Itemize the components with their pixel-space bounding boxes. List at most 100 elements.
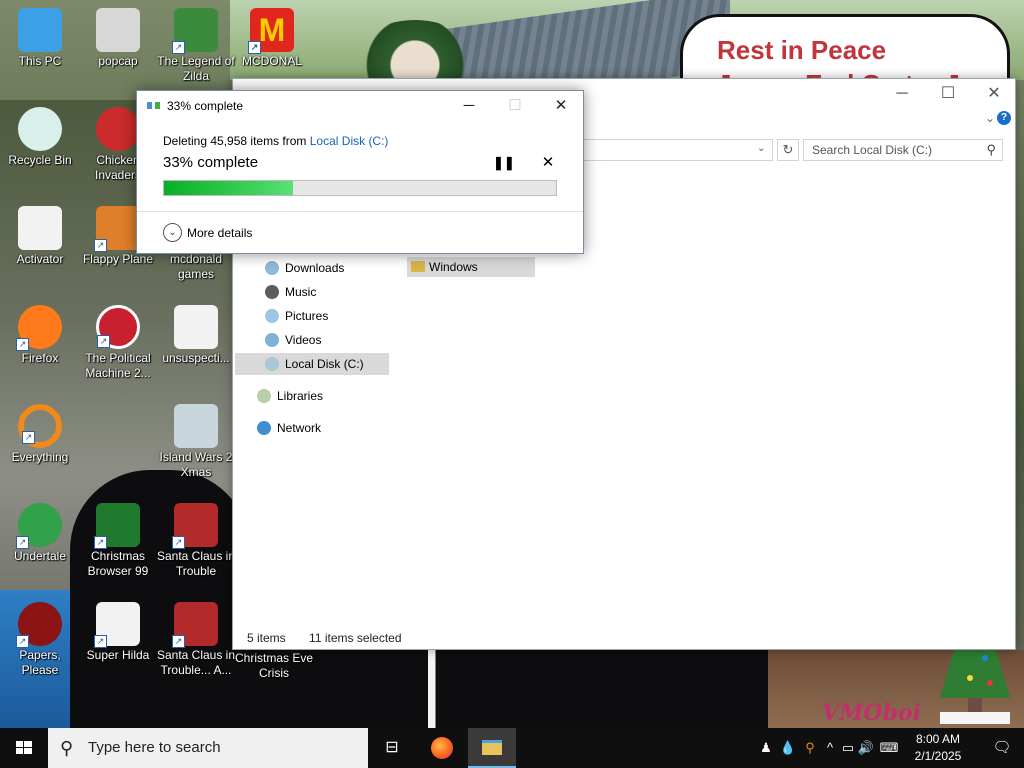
folder-icon (411, 261, 425, 272)
operation-prefix: Deleting 45,958 items from (163, 134, 310, 148)
task-view-icon[interactable]: ⊟ (368, 728, 416, 768)
desktop-icon-activator[interactable]: Activator (0, 206, 80, 267)
nav-label: Libraries (277, 389, 324, 403)
desktop-icon-firefox[interactable]: ↗ Firefox (0, 305, 80, 366)
network-icon[interactable]: ▭ (838, 728, 858, 768)
desktop-icon-label: popcap (98, 54, 138, 68)
pause-button[interactable]: ❚❚ (493, 154, 515, 172)
everything-tray-icon[interactable]: ⚲ (800, 728, 820, 768)
taskbar-search-box[interactable]: ⚲ Type here to search (48, 728, 368, 768)
nav-item-videos[interactable]: Videos (261, 329, 321, 351)
more-details-label: More details (187, 226, 253, 240)
network-icon (257, 421, 271, 435)
minimize-button[interactable]: ─ (879, 83, 925, 105)
notifications-icon[interactable]: 🗨 (980, 728, 1024, 768)
close-button[interactable]: ✕ (541, 95, 581, 117)
mcdonalds-icon: M ↗ (248, 8, 294, 54)
desktop-icon-label: MCDONAL (241, 54, 302, 68)
taskbar: ⚲ Type here to search ⊟ ♟ 💧 ⚲ ^ ▭ 🔊 ⌨ 8:… (0, 728, 1024, 768)
island-icon (174, 404, 218, 448)
desktop-icon-christmas-eve-crisis[interactable]: Christmas Eve Crisis (234, 651, 314, 681)
nav-label: Downloads (285, 261, 345, 275)
nav-item-downloads[interactable]: Downloads (261, 257, 344, 279)
magnifier-icon: ↗ (18, 404, 62, 448)
recycle-bin-icon (18, 107, 62, 151)
desktop-icon-label: unsuspecti... (162, 351, 230, 365)
firefox-icon: ↗ (16, 305, 62, 351)
desktop-icon-label: Santa Claus in Trouble (156, 549, 236, 578)
nav-item-local-disk[interactable]: Local Disk (C:) (235, 353, 389, 375)
undertale-icon: ↗ (16, 503, 62, 549)
chevron-down-icon[interactable]: ⌄ (985, 111, 995, 125)
status-bar: 5 items 11 items selected (247, 631, 422, 645)
desktop-icon-label: Activator (16, 252, 64, 266)
computer-icon (18, 8, 62, 52)
desktop-icon-everything[interactable]: ↗ Everything (0, 404, 80, 465)
desktop-icon-popcap[interactable]: popcap (78, 8, 158, 69)
desktop-icon-christmas-browser[interactable]: ↗ Christmas Browser 99 (78, 503, 158, 579)
search-input[interactable]: Search Local Disk (C:) ⚲ (803, 139, 1003, 161)
minimize-button[interactable]: ─ (449, 95, 489, 117)
nav-item-libraries[interactable]: Libraries (253, 385, 323, 407)
libraries-icon (257, 389, 271, 403)
people-icon[interactable]: ♟ (756, 728, 776, 768)
desktop-icon-label: Undertale (13, 549, 67, 563)
keyboard-icon[interactable]: ⌨ (876, 728, 902, 768)
desktop-icon-santa-claus[interactable]: ↗ Santa Claus in Trouble (156, 503, 236, 579)
address-dropdown-icon[interactable]: ⌄ (757, 143, 765, 154)
downloads-icon (265, 261, 279, 275)
chevron-up-icon[interactable]: ^ (822, 728, 838, 768)
dialog-title: 33% complete (167, 99, 244, 113)
folder-item-windows[interactable]: Windows (407, 257, 535, 277)
windows-start-icon[interactable] (0, 728, 48, 768)
refresh-button[interactable]: ↻ (777, 139, 799, 161)
plane-icon: ↗ (94, 206, 140, 252)
dialog-title-bar: 33% complete ─ ☐ ✕ (137, 91, 583, 121)
desktop-icon-papers-please[interactable]: ↗ Papers, Please (0, 602, 80, 678)
help-icon[interactable]: ? (997, 111, 1011, 125)
cancel-button[interactable]: ✕ (539, 154, 557, 172)
nav-item-music[interactable]: Music (261, 281, 316, 303)
desktop-icon-unsuspecti[interactable]: unsuspecti... (156, 305, 236, 366)
desktop-icon-label: mcdonald games (169, 252, 223, 281)
wallpaper-sign: Rest in Peace James Earl Carter Jr. (680, 14, 1010, 84)
progress-bar-fill (164, 181, 294, 195)
desktop-icon-recycle-bin[interactable]: Recycle Bin (0, 107, 80, 168)
file-icon (18, 206, 62, 250)
desktop-icon-political-machine[interactable]: ↗ The Political Machine 2... (78, 305, 158, 381)
clock-time: 8:00 AM (915, 732, 961, 746)
desktop-icon-legend-of-zilda[interactable]: ↗ The Legend of Zilda (156, 8, 236, 84)
more-details-button[interactable]: ⌄ More details (163, 223, 252, 243)
nav-label: Videos (285, 333, 322, 347)
search-icon: ⚲ (986, 142, 996, 157)
desktop-icon-label: Firefox (21, 351, 59, 365)
file-explorer-taskbar-icon[interactable] (468, 728, 516, 768)
status-selected-count: 11 items selected (309, 631, 402, 645)
game-icon: ↗ (172, 8, 218, 54)
close-button[interactable]: ✕ (971, 83, 1017, 105)
desktop-icon-undertale[interactable]: ↗ Undertale (0, 503, 80, 564)
nav-item-pictures[interactable]: Pictures (261, 305, 328, 327)
desktop-icon-label: Santa Claus in Trouble... A... (156, 648, 236, 677)
political-icon: ↗ (96, 305, 140, 349)
volume-icon[interactable]: 🔊 (856, 728, 876, 768)
desktop-icon-label: Christmas Eve Crisis (234, 651, 314, 680)
desktop-icon-super-hilda[interactable]: ↗ Super Hilda (78, 602, 158, 663)
nav-item-network[interactable]: Network (253, 417, 321, 439)
maximize-button[interactable]: ☐ (925, 83, 971, 105)
desktop-icon-santa-claus-2[interactable]: ↗ Santa Claus in Trouble... A... (156, 602, 236, 678)
desktop-icon-mcdonal[interactable]: M ↗ MCDONAL (232, 8, 312, 69)
nav-label: Network (277, 421, 322, 435)
desktop-icon-label: The Political Machine 2... (85, 351, 151, 380)
hilda-icon: ↗ (94, 602, 140, 648)
water-drop-icon[interactable]: 💧 (778, 728, 798, 768)
taskbar-clock[interactable]: 8:00 AM 2/1/2025 (900, 731, 976, 765)
firefox-taskbar-icon[interactable] (418, 728, 466, 768)
divider (137, 211, 583, 212)
search-placeholder: Search Local Disk (C:) (812, 143, 933, 157)
nav-label: Local Disk (C:) (285, 357, 364, 371)
source-link[interactable]: Local Disk (C:) (310, 134, 389, 148)
desktop-icon-island-wars[interactable]: Island Wars 2 Xmas (156, 404, 236, 480)
desktop-icon-this-pc[interactable]: This PC (0, 8, 80, 69)
address-bar[interactable] (583, 139, 773, 161)
